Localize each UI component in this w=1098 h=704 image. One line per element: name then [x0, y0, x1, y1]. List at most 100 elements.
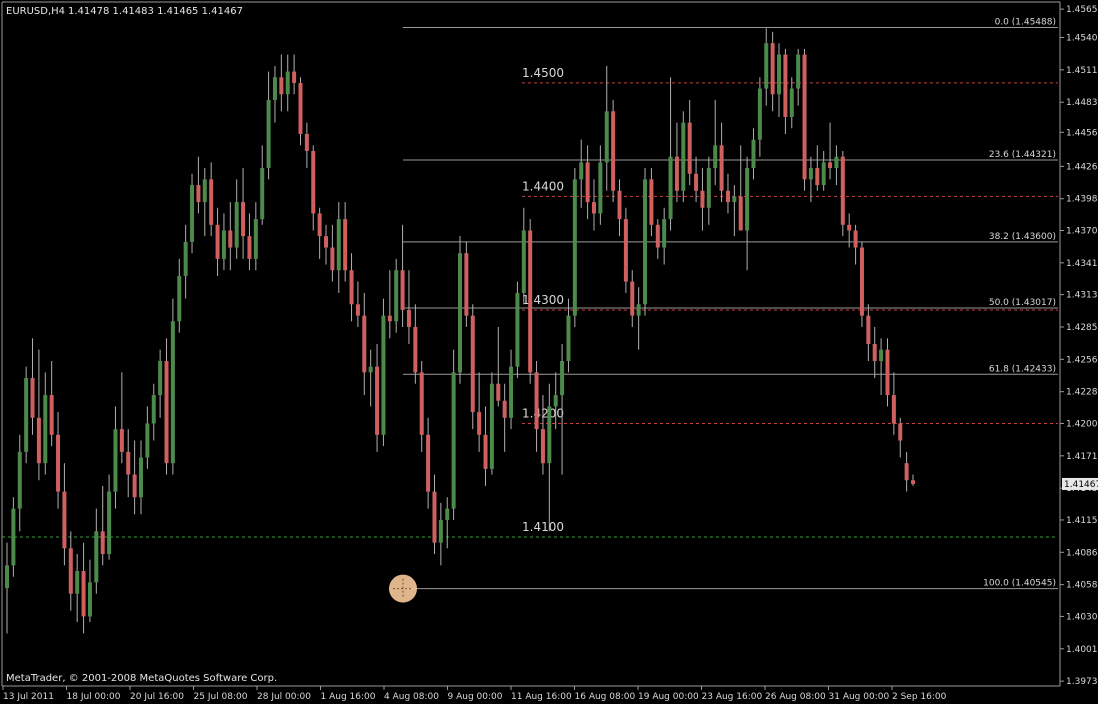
fibo-level-label: 50.0 (1.43017): [989, 298, 1056, 308]
candle-body: [419, 372, 424, 435]
candle-body: [215, 224, 220, 259]
candle-body: [655, 224, 660, 248]
candle-body: [706, 168, 711, 208]
y-tick-label: 1.40015: [1066, 645, 1098, 655]
candle-body: [406, 309, 411, 327]
candle-body: [464, 253, 469, 316]
candle-body: [617, 190, 622, 220]
candle-body: [713, 145, 718, 169]
candle-body: [483, 434, 488, 469]
fibo-anchor-marker[interactable]: [389, 574, 417, 603]
current-price-tag: 1.41467: [1062, 477, 1098, 490]
candle: [464, 241, 469, 327]
candle: [24, 366, 29, 464]
candle-body: [228, 230, 233, 248]
candle-body: [368, 366, 373, 373]
y-tick-label: 1.43980: [1066, 195, 1098, 205]
fibo-level-label: 23.6 (1.44321): [989, 150, 1056, 160]
candle-body: [151, 395, 156, 424]
current-price-tag-text: 1.41467: [1064, 480, 1098, 490]
candle-body: [30, 378, 35, 418]
candle-body: [298, 82, 303, 134]
candle-body: [828, 162, 833, 169]
candle-body: [375, 366, 380, 435]
x-tick-label: 16 Aug 08:00: [575, 692, 636, 702]
candle-body: [451, 372, 456, 509]
candle-body: [796, 54, 801, 89]
candle-body: [247, 236, 252, 259]
x-tick-label: 28 Jul 00:00: [257, 692, 311, 702]
candle-body: [611, 111, 616, 191]
candle-body: [304, 134, 309, 152]
candle-body: [509, 366, 514, 418]
candle-body: [330, 247, 335, 271]
candle-body: [515, 292, 520, 367]
candle-body: [662, 219, 667, 248]
y-tick-label: 1.42000: [1066, 419, 1098, 429]
y-tick-label: 1.45400: [1066, 34, 1098, 44]
candle-body: [802, 54, 807, 180]
x-tick-label: 2 Sep 16:00: [892, 692, 947, 702]
candle: [681, 111, 686, 203]
candle-body: [700, 190, 705, 208]
x-tick-label: 1 Aug 16:00: [321, 692, 376, 702]
candle-body: [43, 395, 48, 464]
candle-body: [847, 224, 852, 231]
candle-body: [591, 202, 596, 214]
candle-body: [394, 270, 399, 322]
price-level-label: 1.4400: [522, 179, 564, 193]
candle-body: [438, 519, 443, 543]
candle-body: [636, 304, 641, 316]
candle: [643, 168, 648, 316]
candle: [190, 173, 195, 254]
candle-body: [598, 162, 603, 214]
candle-body: [317, 213, 322, 237]
candle-body: [777, 54, 782, 95]
candle-body: [783, 54, 788, 117]
x-tick-label: 11 Aug 16:00: [511, 692, 572, 702]
candle-body: [107, 491, 112, 554]
chart-window: 1.4500 1.4400 1.4300 1.4200 1.4100 0.0 (1.45…: [0, 0, 1098, 704]
candle-body: [426, 434, 431, 492]
candle-body: [470, 315, 475, 413]
candle-body: [36, 417, 41, 464]
candle-body: [879, 349, 884, 362]
candle-body: [674, 156, 679, 191]
candle-body: [279, 77, 284, 95]
candle-body: [209, 179, 214, 225]
candle-body: [202, 179, 207, 203]
candle-body: [343, 219, 348, 271]
candle-body: [177, 275, 182, 322]
candle-body: [540, 429, 545, 464]
candle-body: [362, 315, 367, 373]
price-level-label: 1.4500: [522, 66, 564, 80]
candle-body: [266, 99, 271, 169]
candle-body: [853, 230, 858, 248]
candle-body: [253, 219, 258, 259]
candle-body: [349, 270, 354, 305]
candle-body: [898, 423, 903, 441]
candle-body: [770, 43, 775, 95]
candle-body: [891, 395, 896, 424]
candle-body: [489, 383, 494, 469]
candle-body: [381, 315, 386, 435]
candle-body: [164, 361, 169, 464]
candle-body: [260, 168, 265, 220]
x-tick-label: 31 Aug 00:00: [829, 692, 890, 702]
candle-body: [560, 361, 565, 396]
candle-body: [834, 156, 839, 169]
candle-body: [190, 185, 195, 242]
x-tick-label: 13 Jul 2011: [3, 692, 54, 702]
candle-body: [94, 531, 99, 583]
candle-body: [272, 77, 277, 100]
copyright-text: MetaTrader, © 2001-2008 MetaQuotes Softw…: [6, 673, 277, 684]
candle-body: [138, 457, 143, 498]
candle-body: [604, 111, 609, 163]
fibo-level-label: 0.0 (1.45488): [995, 18, 1056, 28]
candle-body: [183, 241, 188, 276]
price-chart[interactable]: 1.45001.44001.43001.42001.4100 0.0 (1.45…: [0, 0, 1098, 704]
candle-body: [866, 315, 871, 344]
candle: [528, 219, 533, 384]
candle: [802, 48, 807, 191]
x-tick-label: 23 Aug 16:00: [702, 692, 763, 702]
